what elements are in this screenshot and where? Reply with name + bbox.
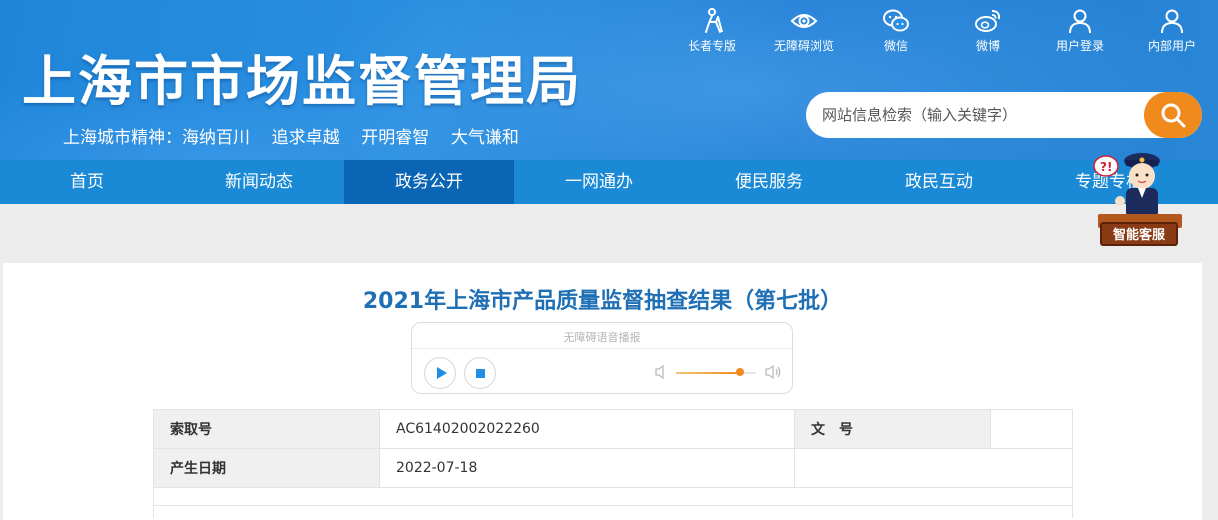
document-number-value <box>990 409 1073 449</box>
index-number-value: AC61402002022260 <box>379 409 795 449</box>
user-icon <box>1161 9 1183 34</box>
index-number-label: 索取号 <box>153 409 380 449</box>
assistant-label: 智能客服 <box>1100 222 1178 246</box>
volume-low-icon <box>655 364 664 380</box>
nav-item-online-services[interactable]: 一网通办 <box>514 160 684 204</box>
document-meta-table: 索取号 AC61402002022260 文 号 产生日期 2022-07-18 <box>153 409 1073 518</box>
table-row: 索取号 AC61402002022260 文 号 <box>153 409 1073 449</box>
search-icon <box>1161 103 1186 128</box>
assistant-avatar-icon: ?! <box>1093 153 1182 228</box>
internal-user-label: 内部用户 <box>1147 39 1196 53</box>
volume-slider[interactable] <box>676 368 756 376</box>
nav-item-home[interactable]: 首页 <box>0 160 174 204</box>
play-button[interactable] <box>424 357 456 389</box>
user-login-label: 用户登录 <box>1055 39 1104 53</box>
nav-item-news[interactable]: 新闻动态 <box>174 160 344 204</box>
weibo-icon <box>975 10 1001 32</box>
top-toolbar: 长者专版 无障碍浏览 微信 微博 用户登录 内部用户 <box>666 8 1218 54</box>
user-icon <box>1069 9 1091 34</box>
table-row <box>153 487 1073 506</box>
search-input[interactable] <box>806 92 1152 138</box>
internal-user-button[interactable]: 内部用户 <box>1126 8 1218 54</box>
elder-mode-label: 长者专版 <box>687 39 736 53</box>
voice-reader-caption: 无障碍语音播报 <box>563 331 641 344</box>
eye-icon <box>790 14 818 28</box>
date-value: 2022-07-18 <box>379 448 795 488</box>
nav-item-interaction[interactable]: 政民互动 <box>854 160 1024 204</box>
main-nav: 首页 新闻动态 政务公开 一网通办 便民服务 政民互动 专题专栏 <box>0 160 1218 204</box>
table-row <box>153 505 1073 518</box>
voice-reader: 无障碍语音播报 <box>411 322 793 394</box>
search-button[interactable] <box>1144 92 1202 138</box>
document-number-label: 文 号 <box>794 409 991 449</box>
city-slogan: 上海城市精神：海纳百川 追求卓越 开明睿智 大气谦和 <box>63 128 519 148</box>
header-banner: 上海市市场监督管理局 上海城市精神：海纳百川 追求卓越 开明睿智 大气谦和 长者… <box>0 0 1218 160</box>
volume-handle[interactable] <box>736 368 744 376</box>
accessibility-label: 无障碍浏览 <box>773 39 834 53</box>
site-title[interactable]: 上海市市场监督管理局 <box>22 46 582 118</box>
svg-text:?!: ?! <box>1100 160 1112 174</box>
elder-mode-button[interactable]: 长者专版 <box>666 8 758 54</box>
wechat-label: 微信 <box>883 39 908 53</box>
nav-item-gov-affairs[interactable]: 政务公开 <box>344 160 514 204</box>
smart-assistant[interactable]: ?! 智能客服 <box>1090 146 1190 250</box>
volume-fill <box>676 372 740 374</box>
date-label: 产生日期 <box>153 448 380 488</box>
stop-button[interactable] <box>464 357 496 389</box>
nav-item-public-services[interactable]: 便民服务 <box>684 160 854 204</box>
user-login-button[interactable]: 用户登录 <box>1034 8 1126 54</box>
empty-cell <box>794 448 1073 488</box>
elder-icon <box>705 8 723 33</box>
accessibility-button[interactable]: 无障碍浏览 <box>758 8 850 54</box>
table-row: 产生日期 2022-07-18 <box>153 448 1073 488</box>
divider <box>412 348 792 349</box>
wechat-button[interactable]: 微信 <box>850 8 942 54</box>
wechat-icon <box>883 9 909 32</box>
site-search <box>806 92 1202 138</box>
empty-cell <box>153 505 1073 518</box>
volume-high-icon <box>765 364 781 380</box>
weibo-button[interactable]: 微博 <box>942 8 1034 54</box>
weibo-label: 微博 <box>975 39 1000 53</box>
article-title: 2021年上海市产品质量监督抽查结果（第七批） <box>362 289 843 314</box>
empty-cell <box>153 487 1073 506</box>
